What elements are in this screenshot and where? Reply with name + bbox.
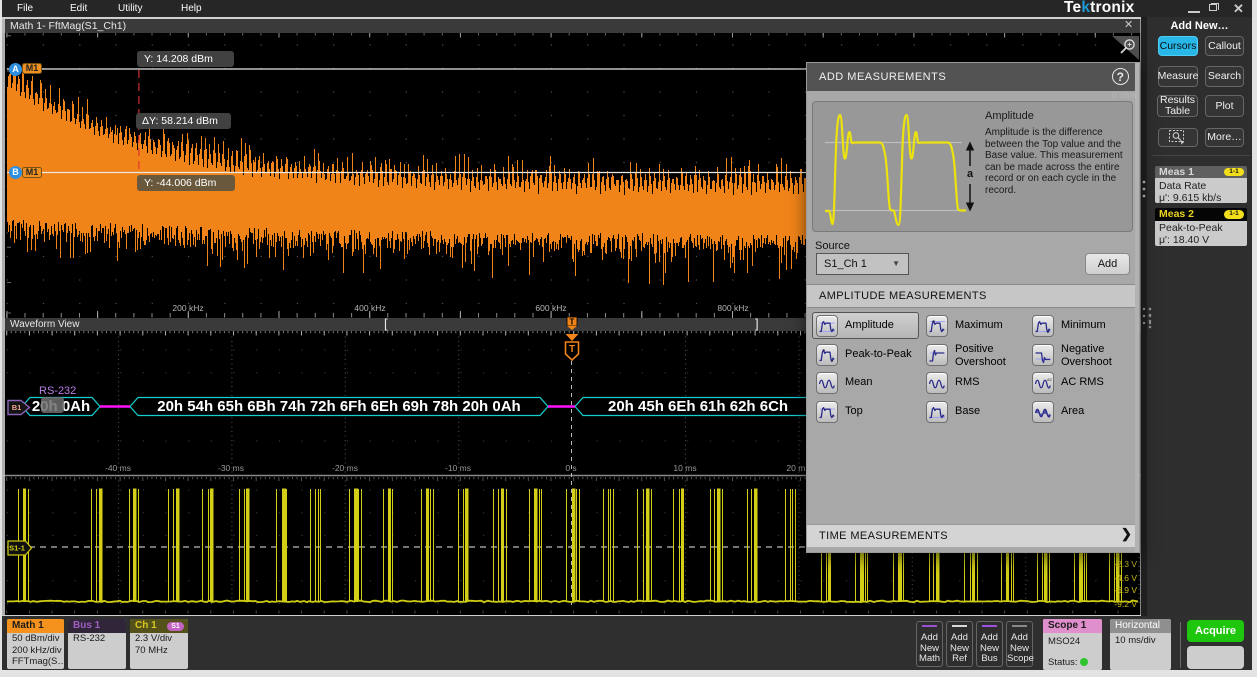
svg-text:AC: AC — [1047, 377, 1052, 382]
svg-text:a: a — [967, 168, 974, 180]
